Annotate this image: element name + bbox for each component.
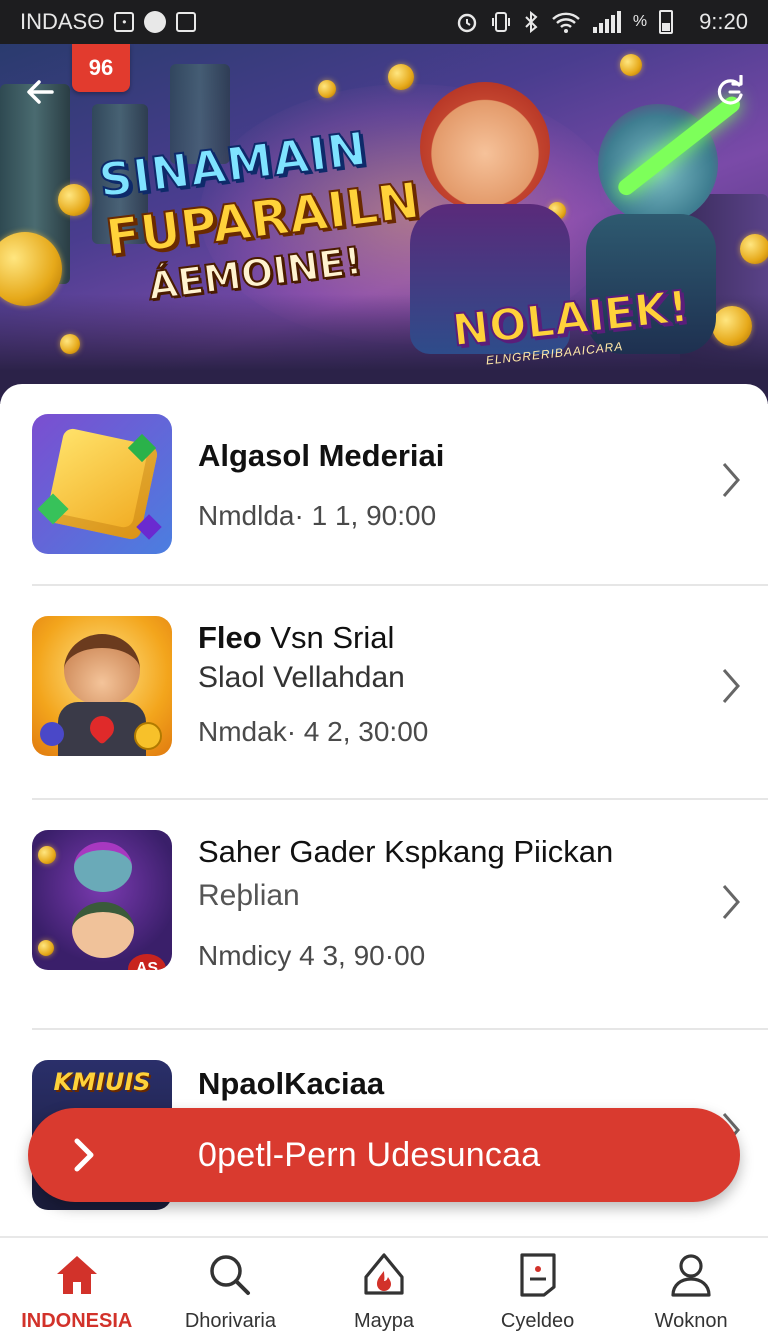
- messenger-icon: [144, 11, 167, 33]
- app-screen: INDASΘ • % 9::20 SINAMAIN FUPARAILN ÁEMO…: [0, 0, 768, 1344]
- refresh-button[interactable]: [708, 70, 752, 114]
- banner-tag: 96: [72, 44, 130, 92]
- clock: 9::20: [699, 9, 748, 34]
- chevron-right-icon: [74, 1138, 94, 1172]
- vibrate-icon: [491, 12, 510, 32]
- list-item[interactable]: AS Saher Gader Kspkang Piickan Reþlian N…: [32, 830, 768, 998]
- thumb-title-text: KMIUIS: [53, 1068, 151, 1096]
- game-thumbnail: [32, 616, 172, 756]
- chevron-right-icon: [722, 885, 740, 919]
- list-item-subtitle: Reþlian: [198, 879, 300, 912]
- coin-decoration: [58, 184, 90, 216]
- game-thumbnail: [32, 414, 172, 554]
- character-face-art: [72, 902, 134, 958]
- bluetooth-icon: [525, 10, 538, 34]
- nav-item-documents[interactable]: Cyeldeo: [461, 1238, 615, 1344]
- coin-decoration: [38, 940, 54, 956]
- creature-face-art: [74, 842, 132, 892]
- profile-icon: [668, 1252, 714, 1298]
- status-bar: INDASΘ • % 9::20: [0, 0, 768, 44]
- battery-icon: [659, 10, 674, 34]
- fire-icon: [361, 1252, 407, 1298]
- list-item-meta: Nmdak· 4 2, 30:00: [198, 716, 429, 747]
- battery-percent: %: [632, 13, 648, 30]
- hero-banner[interactable]: SINAMAIN FUPARAILN ÁEMOINE! NOLAIEK! ELN…: [0, 44, 768, 404]
- nav-label: Woknon: [654, 1310, 728, 1332]
- divider: [32, 584, 768, 586]
- wifi-icon: [552, 12, 580, 33]
- signal-icon: [592, 11, 621, 33]
- gem-art: [40, 722, 64, 746]
- coin-decoration: [38, 846, 56, 864]
- status-left: INDASΘ •: [20, 9, 197, 35]
- refresh-icon: [717, 75, 743, 105]
- cta-icon: [56, 1127, 112, 1183]
- list-item-title: NpaolKaciaa: [198, 1064, 384, 1104]
- arrow-left-icon: [27, 80, 54, 104]
- nav-item-profile[interactable]: Woknon: [614, 1238, 768, 1344]
- list-item-text: Fleo Vsn Srial Slaol Vellahdan Nmdak· 4 …: [198, 616, 428, 770]
- game-thumbnail: AS: [32, 830, 172, 970]
- list-item-text: Algasol Mederiai Nmdlda· 1 1, 90:00: [198, 414, 444, 554]
- home-icon: [54, 1252, 100, 1298]
- nav-label: Dhorivaria: [184, 1310, 276, 1332]
- coin-decoration: [60, 334, 80, 354]
- coin-decoration: [740, 234, 768, 264]
- nav-item-home[interactable]: INDONESIA: [0, 1238, 154, 1344]
- divider: [32, 798, 768, 800]
- list-item-meta: Nmdicy 4 3, 90·00: [198, 940, 426, 971]
- hero-character: [420, 82, 550, 212]
- gallery-icon: [176, 12, 197, 32]
- list-item-title-bold: NpaolKaciaa: [198, 1066, 385, 1101]
- coin-decoration: [318, 80, 336, 98]
- list-item-title: Algasol Mederiai: [198, 436, 444, 476]
- divider: [32, 1028, 768, 1030]
- nav-item-trending[interactable]: Maypa: [307, 1238, 461, 1344]
- list-item-text: Saher Gader Kspkang Piickan Reþlian Nmdi…: [198, 830, 613, 998]
- document-icon: [515, 1252, 561, 1298]
- list-item-title-bold: Fleo: [198, 620, 262, 655]
- search-icon: [207, 1252, 253, 1298]
- nav-label: INDONESIA: [21, 1310, 133, 1332]
- list-item-meta: Nmdlda· 1 1, 90:00: [198, 500, 437, 531]
- alarm-icon: [457, 13, 477, 33]
- chevron-right-icon: [722, 669, 740, 703]
- coin-decoration: [620, 54, 642, 76]
- coin-decoration: [712, 306, 752, 346]
- list-item-subtitle: Slaol Vellahdan: [198, 661, 405, 694]
- nav-label: Maypa: [353, 1310, 414, 1332]
- notification-icon: •: [114, 12, 135, 32]
- bottom-nav: INDONESIA Dhorivaria Maypa Cyeldeo Wokno…: [0, 1236, 768, 1344]
- list-item-title: Saher Gader Kspkang Piickan: [198, 832, 613, 872]
- open-cta-button[interactable]: 0petl-Pern Udesuncaa: [28, 1108, 740, 1202]
- list-item-title-bold: Saher Gader Kspkang Piickan: [198, 834, 614, 869]
- coin-decoration: [388, 64, 414, 90]
- coin-decoration: [134, 722, 162, 750]
- chevron-right-icon: [722, 463, 740, 497]
- character-face-art: [64, 634, 140, 706]
- list-item-title-bold: Algasol Mederiai: [198, 438, 445, 473]
- list-item[interactable]: Fleo Vsn Srial Slaol Vellahdan Nmdak· 4 …: [32, 616, 768, 770]
- list-item[interactable]: Algasol Mederiai Nmdlda· 1 1, 90:00: [32, 414, 768, 554]
- carrier-label: INDASΘ: [20, 9, 105, 34]
- back-button[interactable]: [18, 70, 62, 114]
- nav-item-search[interactable]: Dhorivaria: [154, 1238, 308, 1344]
- thumb-badge: AS: [128, 954, 166, 970]
- list-item-title-rest: Vsn Srial: [261, 620, 395, 655]
- cta-label: 0petl-Pern Udesuncaa: [198, 1135, 541, 1174]
- list-item-title: Fleo Vsn Srial: [198, 618, 428, 658]
- status-right: % 9::20: [455, 9, 748, 35]
- nav-label: Cyeldeo: [500, 1310, 575, 1332]
